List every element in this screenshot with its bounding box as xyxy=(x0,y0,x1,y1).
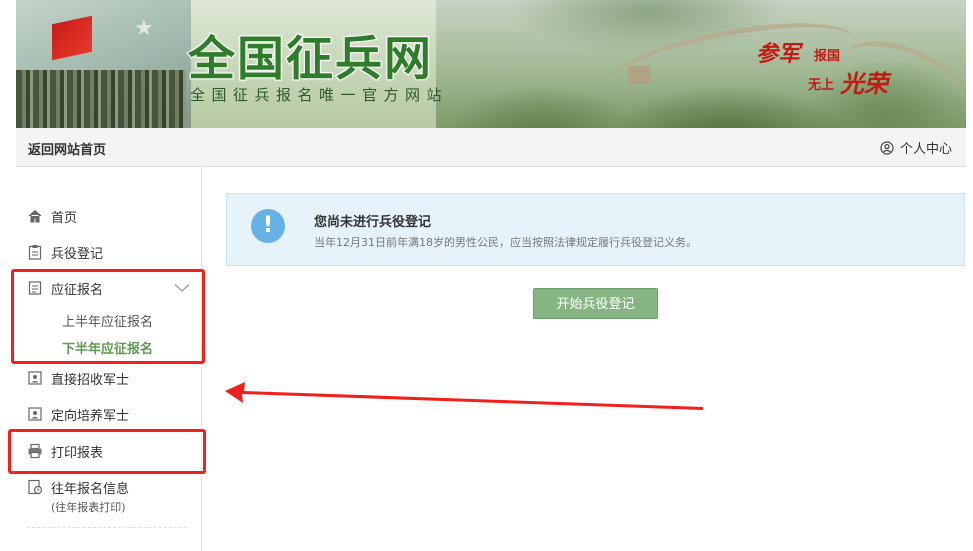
sidebar-item-note: (往年报表打印) xyxy=(51,501,126,514)
slogan-text: 光荣 xyxy=(840,69,888,98)
slogan-text: 参军 xyxy=(756,41,801,67)
user-icon xyxy=(880,140,894,155)
sidebar-divider xyxy=(27,527,187,528)
start-registration-button[interactable]: 开始兵役登记 xyxy=(533,288,658,319)
sidebar-item-home[interactable]: 首页 xyxy=(27,205,77,227)
home-icon xyxy=(28,209,42,223)
alert-title: 您尚未进行兵役登记 xyxy=(314,215,432,230)
site-title: 全国征兵网 xyxy=(187,31,433,88)
sidebar-item-label: 往年报名信息 xyxy=(51,481,130,497)
soldiers-image xyxy=(16,70,186,128)
star-icon: ★ xyxy=(134,16,154,41)
sidebar-item-label: 兵役登记 xyxy=(51,246,104,262)
id-card-icon xyxy=(28,407,42,421)
watchtower-decoration xyxy=(628,66,650,84)
registration-alert: ! 您尚未进行兵役登记 当年12月31日前年满18岁的男性公民，应当按照法律规定… xyxy=(226,193,965,266)
sidebar-item-registration[interactable]: 兵役登记 xyxy=(27,241,103,263)
site-banner: ★ xyxy=(16,0,966,128)
id-card-icon xyxy=(28,371,42,385)
sidebar-item-label: 首页 xyxy=(51,210,78,226)
sidebar-item-label: 定向培养军士 xyxy=(51,408,130,424)
site-subtitle: 全国征兵报名唯一官方网站 xyxy=(190,86,449,104)
user-center-link[interactable]: 个人中心 xyxy=(880,138,952,157)
sidebar-item-direct-recruit[interactable]: 直接招收军士 xyxy=(27,367,129,389)
slogan-text: 无上 xyxy=(808,78,835,93)
annotation-highlight-box xyxy=(8,429,206,474)
user-center-label: 个人中心 xyxy=(899,142,952,157)
back-home-link[interactable]: 返回网站首页 xyxy=(28,139,106,158)
history-icon xyxy=(28,479,43,495)
exclamation-icon: ! xyxy=(251,209,285,243)
clipboard-icon xyxy=(28,245,42,260)
slogan-text: 报国 xyxy=(814,49,841,64)
sidebar-item-directed-training[interactable]: 定向培养军士 xyxy=(27,403,129,425)
alert-description: 当年12月31日前年满18岁的男性公民，应当按照法律规定履行兵役登记义务。 xyxy=(314,236,697,249)
sidebar-item-label: 直接招收军士 xyxy=(51,372,130,388)
sidebar-item-past-years[interactable]: 往年报名信息 xyxy=(27,476,129,498)
top-bar: 返回网站首页 个人中心 xyxy=(16,128,966,167)
annotation-highlight-box xyxy=(11,269,205,364)
